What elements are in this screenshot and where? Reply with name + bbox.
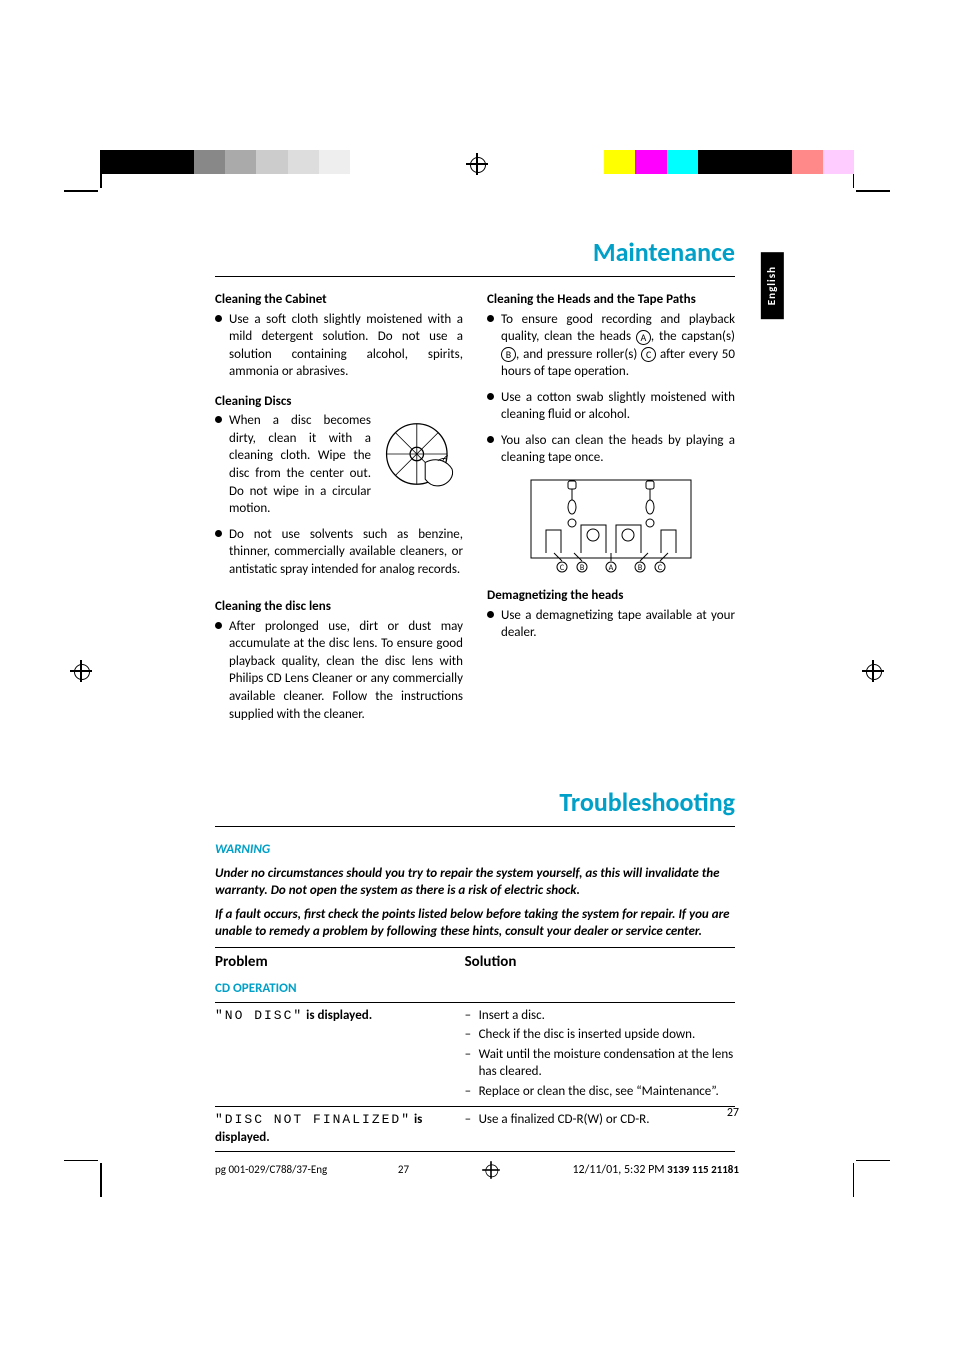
text-discs-2: Do not use solvents such as benzine, thi… [215, 526, 463, 579]
language-tab: English [761, 252, 784, 319]
warning-title: WARNING [215, 841, 735, 859]
page-content: Maintenance Cleaning the Cabinet Use a s… [215, 235, 735, 1152]
key-a: A [636, 330, 651, 345]
maintenance-col-right: Cleaning the Heads and the Tape Paths To… [487, 291, 735, 735]
footer: pg 001-029/C788/37-Eng 27 12/11/01, 5:32… [215, 1159, 739, 1181]
footer-page-inner: 27 [398, 1163, 409, 1178]
solution-not-finalized: Use a finalized CD-R(W) or CD-R. [465, 1107, 735, 1151]
registration-bar-top [0, 150, 954, 180]
text-heads-1: To ensure good recording and playback qu… [487, 311, 735, 381]
text-heads-2: Use a cotton swab slightly moistened wit… [487, 389, 735, 424]
svg-text:B: B [638, 563, 643, 573]
footer-partno: 3139 115 21181 [667, 1163, 739, 1176]
text-cabinet: Use a soft cloth slightly moistened with… [215, 311, 463, 381]
section-title-maintenance: Maintenance [215, 235, 735, 270]
heading-cleaning-discs: Cleaning Discs [215, 393, 463, 411]
col-solution: Solution [465, 947, 735, 976]
svg-text:B: B [580, 563, 585, 573]
crosshair-icon [482, 1161, 500, 1179]
text-heads-3: You also can clean the heads by playing … [487, 432, 735, 467]
maintenance-col-left: Cleaning the Cabinet Use a soft cloth sl… [215, 291, 463, 735]
text-demag: Use a demagnetizing tape available at yo… [487, 607, 735, 642]
maintenance-columns: Cleaning the Cabinet Use a soft cloth sl… [215, 291, 735, 735]
svg-text:C: C [658, 563, 663, 573]
troubleshooting-table: Problem Solution CD OPERATION "NO DISC" … [215, 947, 735, 1152]
text-discs-1: When a disc becomes dirty, clean it with… [215, 412, 463, 517]
solution-no-disc: Insert a disc. Check if the disc is inse… [465, 1002, 735, 1107]
key-b: B [501, 347, 516, 362]
category-cd-operation: CD OPERATION [215, 976, 735, 1002]
section-title-troubleshooting: Troubleshooting [215, 785, 735, 820]
crosshair-icon [466, 153, 488, 175]
registration-left [70, 660, 92, 688]
heading-cleaning-heads: Cleaning the Heads and the Tape Paths [487, 291, 735, 309]
col-problem: Problem [215, 947, 465, 976]
footer-right: 12/11/01, 5:32 PM 3139 115 21181 [572, 1162, 739, 1178]
key-c: C [641, 347, 656, 362]
problem-no-disc: "NO DISC" is displayed. [215, 1002, 465, 1107]
heading-demagnetize: Demagnetizing the heads [487, 587, 735, 605]
text-lens: After prolonged use, dirt or dust may ac… [215, 618, 463, 723]
warning-p2: If a fault occurs, first check the point… [215, 906, 735, 941]
footer-file: pg 001-029/C788/37-Eng [215, 1163, 327, 1178]
warning-p1: Under no circumstances should you try to… [215, 865, 735, 900]
tape-path-figure: C B A B C [526, 475, 696, 575]
rule [215, 276, 735, 277]
svg-text:A: A [609, 563, 614, 573]
svg-text:C: C [560, 563, 565, 573]
rule [215, 826, 735, 827]
heading-cleaning-cabinet: Cleaning the Cabinet [215, 291, 463, 309]
heading-cleaning-lens: Cleaning the disc lens [215, 598, 463, 616]
problem-not-finalized: "DISC NOT FINALIZED" is displayed. [215, 1107, 465, 1151]
page-number: 27 [727, 1105, 739, 1121]
registration-right [862, 660, 884, 688]
